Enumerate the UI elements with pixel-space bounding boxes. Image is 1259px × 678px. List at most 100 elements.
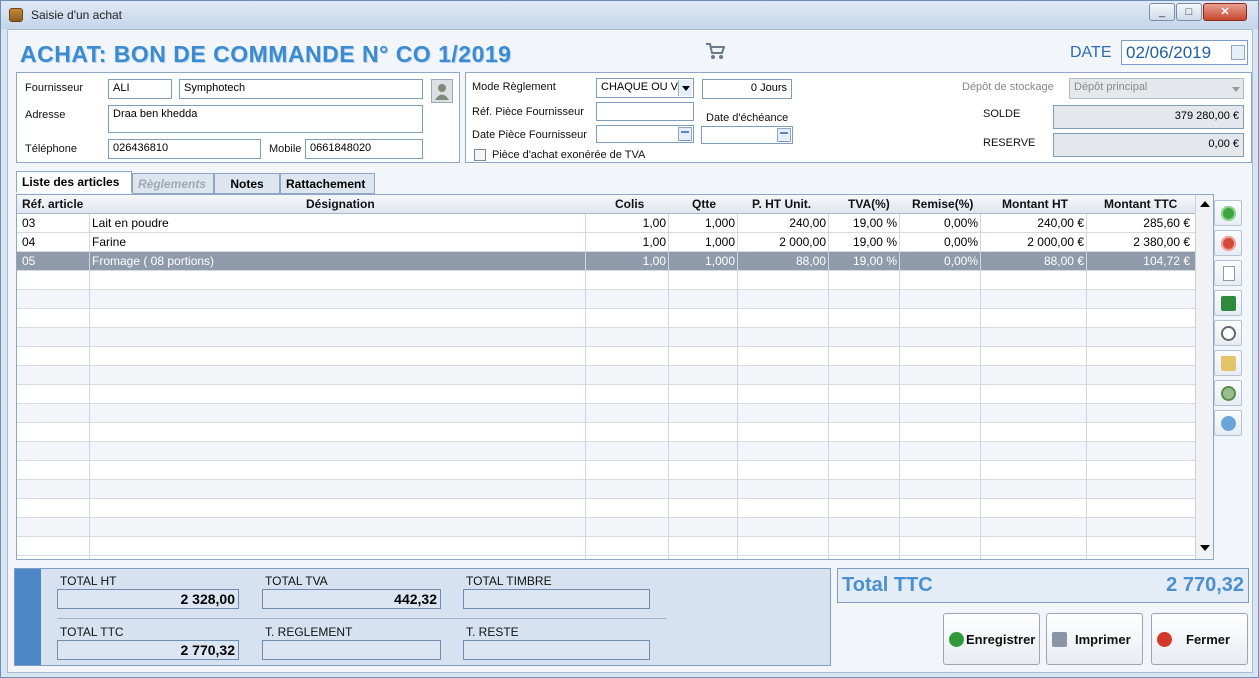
col-divider	[1086, 214, 1087, 559]
tab-reglements[interactable]: Règlements	[132, 173, 214, 194]
reserve-value: 0,00 €	[1053, 133, 1244, 157]
cell-montant-ht: 2 000,00 €	[1027, 235, 1084, 249]
col-montant-ht[interactable]: Montant HT	[1002, 197, 1068, 211]
telephone-input[interactable]: 026436810	[108, 139, 261, 159]
total-ht-label: TOTAL HT	[60, 574, 117, 588]
target-icon	[1221, 386, 1236, 401]
grand-total-panel: Total TTC 2 770,32	[837, 568, 1249, 603]
calendar-icon[interactable]	[678, 127, 692, 141]
col-remise[interactable]: Remise(%)	[912, 197, 973, 211]
total-ttc-label: TOTAL TTC	[60, 625, 124, 639]
totals-divider	[57, 618, 667, 619]
search-button[interactable]	[1214, 320, 1242, 346]
table-row-selected[interactable]: 05 Fromage ( 08 portions) 1,00 1,000 88,…	[17, 252, 1195, 271]
supplier-name-input[interactable]: Symphotech	[179, 79, 423, 99]
cell-designation: Farine	[92, 235, 127, 249]
table-row[interactable]: 03 Lait en poudre 1,00 1,000 240,00 19,0…	[17, 214, 1195, 233]
col-divider	[585, 214, 586, 559]
minimize-button[interactable]: _	[1149, 3, 1175, 21]
depot-select[interactable]: Dépôt principal	[1069, 78, 1244, 99]
refresh-button[interactable]	[1214, 410, 1242, 436]
remove-row-button[interactable]	[1214, 230, 1242, 256]
excel-icon	[1221, 296, 1236, 311]
articles-grid: Réf. article Désignation Colis Qtte P. H…	[16, 194, 1214, 560]
cell-ref: 03	[22, 216, 36, 230]
close-window-button[interactable]: ✕	[1203, 3, 1247, 21]
address-input[interactable]: Draa ben khedda	[108, 105, 423, 133]
tab-rattachement[interactable]: Rattachement	[280, 173, 375, 194]
scroll-down-icon[interactable]	[1200, 545, 1210, 551]
empty-row	[17, 461, 1195, 480]
adresse-label: Adresse	[25, 109, 66, 121]
maximize-button[interactable]: □	[1176, 3, 1202, 21]
jours-input[interactable]: 0 Jours	[702, 79, 792, 99]
purchase-window: Saisie d'un achat _ □ ✕ ACHAT: BON DE CO…	[0, 0, 1259, 678]
print-button[interactable]: Imprimer	[1046, 613, 1143, 665]
col-ref[interactable]: Réf. article	[22, 197, 83, 211]
chevron-down-icon[interactable]	[678, 80, 692, 96]
search-icon	[1221, 326, 1236, 341]
mobile-input[interactable]: 0661848020	[305, 139, 423, 159]
cell-montant-ttc: 2 380,00 €	[1133, 235, 1190, 249]
scroll-up-icon[interactable]	[1200, 201, 1210, 207]
mobile-label: Mobile	[269, 143, 302, 155]
col-divider	[828, 214, 829, 559]
print-label: Imprimer	[1075, 632, 1131, 647]
supplier-lookup-button[interactable]	[431, 79, 453, 103]
total-tva-value: 442,32	[262, 589, 441, 609]
mode-reglement-select[interactable]: CHAQUE OU V	[596, 78, 694, 98]
empty-row	[17, 290, 1195, 309]
total-tva-label: TOTAL TVA	[265, 574, 328, 588]
target-button[interactable]	[1214, 380, 1242, 406]
edit-button[interactable]	[1214, 350, 1242, 376]
totals-panel: TOTAL HT 2 328,00 TOTAL TVA 442,32 TOTAL…	[14, 568, 831, 666]
calendar-icon[interactable]	[1231, 45, 1245, 60]
empty-row	[17, 271, 1195, 290]
cell-qtte: 1,000	[704, 254, 735, 268]
col-colis[interactable]: Colis	[615, 197, 644, 211]
date-field[interactable]: 02/06/2019	[1121, 40, 1248, 65]
add-row-button[interactable]	[1214, 200, 1242, 226]
cell-remise: 0,00%	[943, 254, 978, 268]
check-icon	[949, 632, 964, 647]
empty-row	[17, 309, 1195, 328]
cell-pu: 2 000,00	[779, 235, 826, 249]
date-label: DATE	[1070, 44, 1112, 61]
remove-icon	[1221, 236, 1236, 251]
tab-articles[interactable]: Liste des articles	[16, 171, 132, 193]
col-montant-ttc[interactable]: Montant TTC	[1104, 197, 1177, 211]
ref-piece-input[interactable]	[596, 102, 694, 121]
page-title: ACHAT: BON DE COMMANDE N° CO 1/2019	[20, 41, 512, 67]
empty-row	[17, 537, 1195, 556]
col-pu[interactable]: P. HT Unit.	[752, 197, 811, 211]
date-echeance-label: Date d'échéance	[706, 112, 789, 124]
vertical-scrollbar[interactable]	[1195, 195, 1213, 559]
export-excel-button[interactable]	[1214, 290, 1242, 316]
col-divider	[980, 214, 981, 559]
date-echeance-input[interactable]	[701, 126, 793, 144]
supplier-code-input[interactable]: ALI	[108, 79, 172, 99]
tab-notes[interactable]: Notes	[214, 173, 280, 194]
cart-icon[interactable]	[705, 42, 725, 60]
add-icon	[1221, 206, 1236, 221]
depot-value: Dépôt principal	[1074, 81, 1148, 93]
mode-reglement-value: CHAQUE OU V	[601, 81, 679, 93]
cell-designation: Lait en poudre	[92, 216, 169, 230]
exoneree-checkbox[interactable]	[474, 149, 486, 161]
col-tva[interactable]: TVA(%)	[848, 197, 890, 211]
cell-ref: 05	[22, 254, 36, 268]
refresh-icon	[1221, 416, 1236, 431]
col-divider	[737, 214, 738, 559]
save-label: Enregistrer	[966, 632, 1036, 647]
telephone-label: Téléphone	[25, 143, 77, 155]
calendar-icon[interactable]	[777, 128, 791, 142]
close-button[interactable]: Fermer	[1151, 613, 1248, 665]
new-document-icon	[1223, 266, 1235, 281]
new-document-button[interactable]	[1214, 260, 1242, 286]
col-designation[interactable]: Désignation	[306, 197, 375, 211]
date-piece-input[interactable]	[596, 125, 694, 143]
table-row[interactable]: 04 Farine 1,00 1,000 2 000,00 19,00 % 0,…	[17, 233, 1195, 252]
empty-row	[17, 328, 1195, 347]
col-qtte[interactable]: Qtte	[692, 197, 716, 211]
save-button[interactable]: Enregistrer	[943, 613, 1040, 665]
